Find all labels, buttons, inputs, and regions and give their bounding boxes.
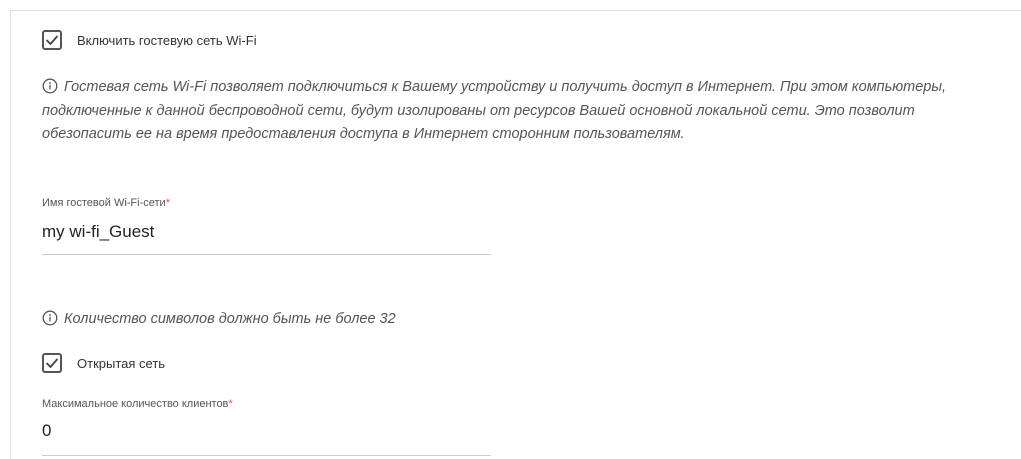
max-clients-field: Максимальное количество клиентов*	[42, 397, 491, 456]
ssid-length-hint-text: Количество символов должно быть не более…	[64, 311, 396, 327]
required-mark: *	[165, 197, 170, 209]
open-network-checkbox[interactable]	[42, 353, 62, 373]
guest-ssid-field: Имя гостевой Wi-Fi-сети*	[42, 196, 491, 255]
max-clients-label: Максимальное количество клиентов*	[42, 398, 233, 410]
open-network-row[interactable]: Открытая сеть	[42, 352, 165, 374]
guest-wifi-info: Гостевая сеть Wi-Fi позволяет подключить…	[42, 76, 1007, 147]
open-network-label[interactable]: Открытая сеть	[77, 356, 165, 371]
max-clients-input[interactable]	[42, 411, 491, 456]
required-mark: *	[228, 398, 233, 410]
guest-ssid-label: Имя гостевой Wi-Fi-сети*	[42, 197, 170, 209]
enable-guest-wifi-checkbox[interactable]	[42, 30, 62, 50]
checkmark-icon	[46, 35, 58, 45]
info-circle-icon	[42, 78, 58, 94]
info-circle-icon	[42, 310, 58, 326]
guest-wifi-info-text: Гостевая сеть Wi-Fi позволяет подключить…	[42, 79, 947, 142]
enable-guest-wifi-label[interactable]: Включить гостевую сеть Wi-Fi	[77, 33, 257, 48]
ssid-length-hint: Количество символов должно быть не более…	[42, 308, 1007, 332]
enable-guest-wifi-row[interactable]: Включить гостевую сеть Wi-Fi	[42, 29, 257, 51]
checkmark-icon	[46, 358, 58, 368]
guest-ssid-input[interactable]	[42, 210, 491, 255]
